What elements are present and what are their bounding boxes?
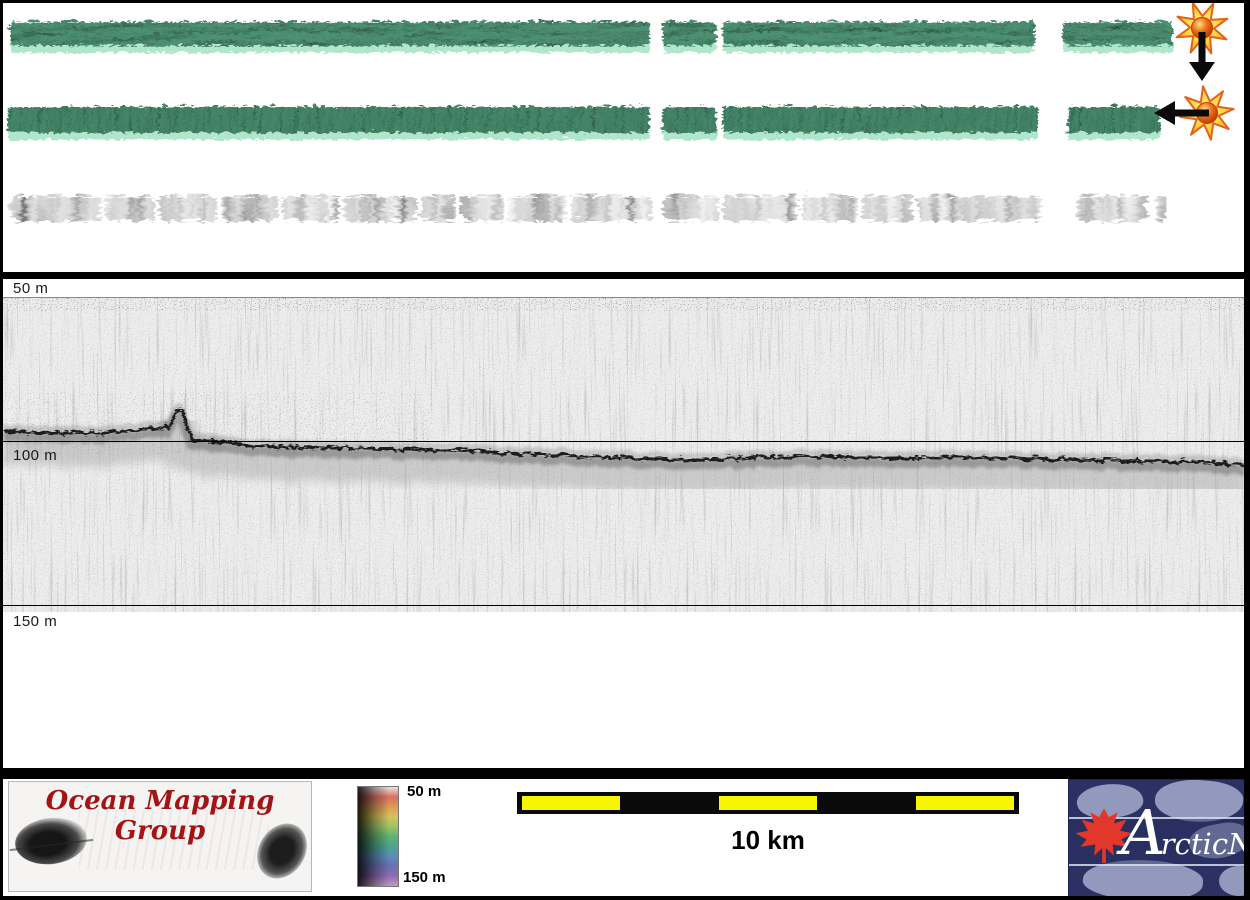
arcticnet-initial: A xyxy=(1121,796,1166,869)
depth-tick-100m: 100 m xyxy=(13,447,58,464)
scale-bar-segment xyxy=(915,796,1015,810)
depth-colorbar xyxy=(357,786,399,887)
arcticnet-rest: rcticNet xyxy=(1160,827,1244,861)
starburst-turn-marker xyxy=(1154,85,1235,141)
backscatter-line xyxy=(8,193,1165,218)
subbottom-echogram xyxy=(3,297,1244,612)
starburst-turn-marker xyxy=(1175,3,1229,81)
divider-top xyxy=(3,272,1244,279)
depth-tick-50m: 50 m xyxy=(13,280,49,297)
divider-bottom xyxy=(3,768,1244,779)
arcticnet-logo: ArcticNet xyxy=(1068,779,1244,896)
scale-bar-segment xyxy=(817,796,916,810)
scale-bar-segment xyxy=(522,796,621,810)
colorbar-top-label: 50 m xyxy=(407,783,442,800)
map-scale-bar xyxy=(517,792,1019,814)
swath-bathymetry-line-2 xyxy=(6,105,1158,138)
swath-strips-panel xyxy=(6,3,1235,218)
scale-bar-segment xyxy=(718,796,818,810)
colorbar-bottom-label: 150 m xyxy=(403,869,446,886)
surface-noise-band xyxy=(3,297,1244,311)
arcticnet-wordmark: ArcticNet xyxy=(1121,796,1244,869)
swath-bathymetry-line-1 xyxy=(8,20,1171,51)
scale-bar-label: 10 km xyxy=(731,825,805,855)
ocean-mapping-group-logo: Ocean Mapping Group University of New Br… xyxy=(8,781,312,892)
arctic-map-landmass xyxy=(1219,866,1244,896)
survey-figure: 50 m 100 m 150 m Ocean Mapping Group Uni… xyxy=(0,0,1250,900)
omg-title: Ocean Mapping Group xyxy=(45,786,275,846)
scale-bar-segment xyxy=(620,796,719,810)
depth-tick-150m: 150 m xyxy=(13,613,58,630)
